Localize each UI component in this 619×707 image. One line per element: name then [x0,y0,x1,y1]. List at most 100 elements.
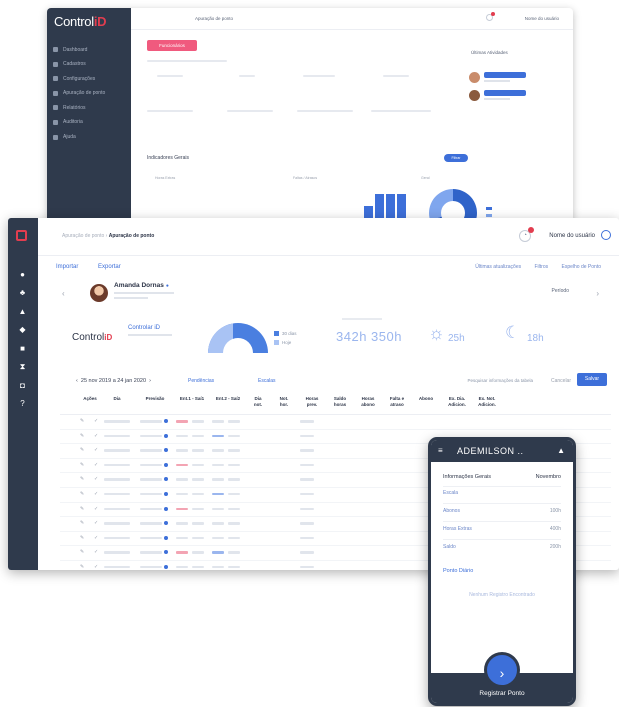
date-range-picker[interactable]: ‹ 25 nov 2019 a 24 jan 2020 › [76,378,151,384]
user-menu[interactable]: Nome do usuário [549,233,595,239]
table-filter-bar: ‹ 25 nov 2019 a 24 jan 2020 › Pendências… [38,373,619,393]
bell-icon[interactable]: ◔ [519,227,534,242]
help-icon[interactable]: ? [18,400,27,408]
edit-icon[interactable]: ✎ [80,564,84,570]
chevron-left-icon[interactable]: ‹ [62,289,65,298]
check-icon[interactable]: ✓ [94,462,98,468]
month-select[interactable]: Novembro [536,474,561,480]
activity-tag [484,90,526,96]
activity-item[interactable] [469,70,549,86]
table-row[interactable]: ✎ ✓ [60,415,611,430]
menu-icon[interactable]: ≡ [438,446,443,455]
bell-icon[interactable]: ▲ [557,446,565,455]
column-header[interactable]: Ex. Dia. Adicion. [444,396,470,407]
check-icon[interactable]: ✓ [94,447,98,453]
sidebar-item[interactable]: Configurações [53,73,129,84]
column-header[interactable]: Falta e atraso [384,396,410,407]
table-cell [228,449,240,452]
check-icon[interactable]: ✓ [94,549,98,555]
breadcrumb[interactable]: Apuração de ponto [195,16,233,21]
bell-icon[interactable] [486,12,495,21]
import-link[interactable]: Importar [56,264,78,270]
edit-icon[interactable]: ✎ [80,447,84,453]
sidebar-item[interactable]: Dashboard [53,44,129,55]
table-cell [300,522,314,525]
column-header[interactable]: Dia not. [248,396,268,407]
sidebar-item[interactable]: Relatórios [53,102,129,113]
edit-icon[interactable]: ✎ [80,520,84,526]
column-header[interactable]: Previsão [140,396,170,402]
check-icon[interactable]: ✓ [94,476,98,482]
check-icon[interactable]: ✓ [94,506,98,512]
check-icon[interactable]: ✓ [94,491,98,497]
table-search-input[interactable]: Pesquisar informações da tabela [467,378,533,383]
status-dot [164,433,168,438]
table-cell [104,536,130,540]
report-icon[interactable]: ■ [18,345,27,353]
cancel-button[interactable]: Cancelar [551,378,571,384]
column-header[interactable]: Horas prev. [300,396,324,407]
table-cell [104,492,130,496]
edit-icon[interactable]: ✎ [80,506,84,512]
sidebar-item[interactable]: Ajuda [53,132,129,143]
table-cell [140,420,162,423]
gauge-chart [208,323,268,353]
column-header[interactable]: Horas abono [356,396,380,407]
menu-icon [53,90,58,96]
register-punch-button[interactable]: › [484,652,520,688]
check-icon[interactable]: ✓ [94,418,98,424]
edit-icon[interactable]: ✎ [80,462,84,468]
table-cell [228,565,240,569]
legend-item [486,207,526,210]
filter-button[interactable]: Filtrar [444,154,468,162]
table-cell [192,420,204,423]
activity-item[interactable] [469,88,549,104]
user-menu[interactable]: Nome do usuário [525,16,559,21]
dashboard-window: ControliD Dashboard Cadastros Configuraçõe… [47,8,573,222]
user-icon[interactable] [601,230,611,240]
user-clock-icon[interactable]: ◆ [18,326,27,334]
sidebar-item[interactable]: Auditoria [53,117,129,128]
users-icon[interactable]: ▲ [18,308,27,316]
period-select[interactable]: Período [551,288,569,294]
check-icon[interactable]: ✓ [94,433,98,439]
pending-link[interactable]: Pendências [188,378,214,384]
org-chart-icon[interactable]: ♣ [18,289,27,297]
check-icon[interactable]: ✓ [94,535,98,541]
column-header[interactable]: Ent.2 - Saí2 [212,396,244,402]
check-icon[interactable]: ✓ [94,520,98,526]
save-button[interactable]: Salvar [577,373,607,386]
edit-icon[interactable]: ✎ [80,476,84,482]
updates-link[interactable]: Últimas atualizações [475,264,521,270]
breadcrumb[interactable]: Apuração de ponto › Apuração de ponto [62,233,154,239]
edit-icon[interactable]: ✎ [80,418,84,424]
sidebar-item[interactable]: Cadastros [53,59,129,70]
column-header[interactable]: Ent.1 - Saí1 [176,396,208,402]
edit-icon[interactable]: ✎ [80,491,84,497]
logo-icon[interactable] [16,230,27,241]
status-dot [164,506,168,511]
dashboard-icon[interactable]: ● [18,271,27,279]
chevron-right-icon[interactable]: › [596,289,599,298]
column-header[interactable]: Ex. Not. Adicion. [474,396,500,407]
column-header[interactable]: Ações [80,396,100,402]
edit-icon[interactable]: ✎ [80,549,84,555]
table-cell [228,492,240,496]
schedules-link[interactable]: Escalas [258,378,276,384]
export-link[interactable]: Exportar [98,264,121,270]
employee-name[interactable]: Amanda Dornas ● [114,282,169,289]
column-header[interactable]: Dia [104,396,130,402]
column-header[interactable]: Not. hor. [274,396,294,407]
employees-button[interactable]: Funcionários [147,40,197,51]
filters-link[interactable]: Filtros [535,264,549,270]
column-header[interactable]: Abono [414,396,438,402]
edit-icon[interactable]: ✎ [80,433,84,439]
column-header[interactable]: Saldo horas [328,396,352,407]
hourglass-icon[interactable]: ⧗ [18,363,27,371]
lock-icon[interactable]: ◘ [18,382,27,390]
sidebar-item[interactable]: Apuração de ponto [53,88,129,99]
timesheet-mirror-link[interactable]: Espelho de Ponto [562,264,601,270]
edit-icon[interactable]: ✎ [80,535,84,541]
table-cell [176,463,188,467]
check-icon[interactable]: ✓ [94,564,98,570]
